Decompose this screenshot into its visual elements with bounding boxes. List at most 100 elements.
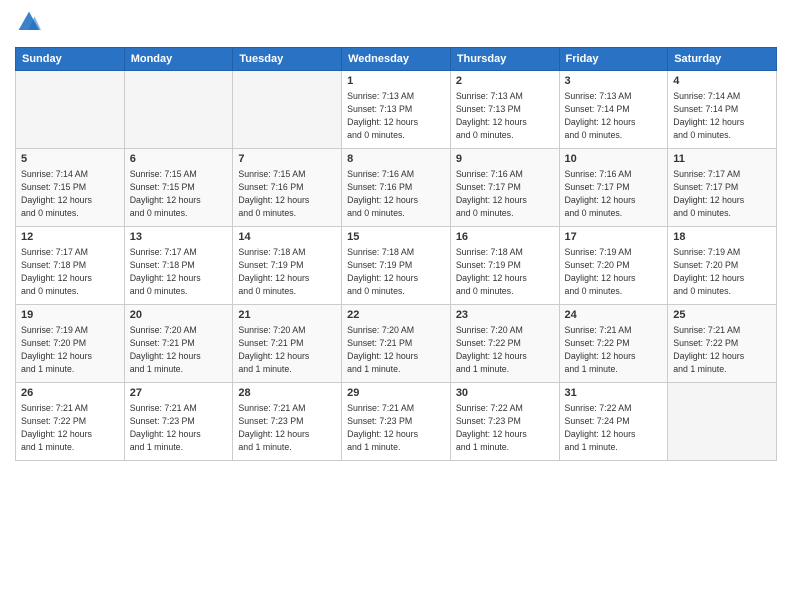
day-info: Sunrise: 7:16 AMSunset: 7:17 PMDaylight:…	[565, 168, 663, 219]
day-info: Sunrise: 7:21 AMSunset: 7:22 PMDaylight:…	[565, 324, 663, 375]
calendar-cell: 14Sunrise: 7:18 AMSunset: 7:19 PMDayligh…	[233, 227, 342, 305]
calendar-cell: 17Sunrise: 7:19 AMSunset: 7:20 PMDayligh…	[559, 227, 668, 305]
calendar-cell	[16, 71, 125, 149]
calendar-cell: 22Sunrise: 7:20 AMSunset: 7:21 PMDayligh…	[342, 305, 451, 383]
day-info: Sunrise: 7:13 AMSunset: 7:13 PMDaylight:…	[347, 90, 445, 141]
calendar-cell: 25Sunrise: 7:21 AMSunset: 7:22 PMDayligh…	[668, 305, 777, 383]
calendar-cell: 24Sunrise: 7:21 AMSunset: 7:22 PMDayligh…	[559, 305, 668, 383]
day-info: Sunrise: 7:20 AMSunset: 7:21 PMDaylight:…	[130, 324, 228, 375]
calendar-cell	[233, 71, 342, 149]
day-info: Sunrise: 7:20 AMSunset: 7:21 PMDaylight:…	[347, 324, 445, 375]
calendar-cell: 16Sunrise: 7:18 AMSunset: 7:19 PMDayligh…	[450, 227, 559, 305]
day-info: Sunrise: 7:15 AMSunset: 7:15 PMDaylight:…	[130, 168, 228, 219]
calendar-cell: 7Sunrise: 7:15 AMSunset: 7:16 PMDaylight…	[233, 149, 342, 227]
calendar-cell: 13Sunrise: 7:17 AMSunset: 7:18 PMDayligh…	[124, 227, 233, 305]
day-number: 27	[130, 386, 228, 401]
day-number: 1	[347, 74, 445, 89]
calendar-cell: 20Sunrise: 7:20 AMSunset: 7:21 PMDayligh…	[124, 305, 233, 383]
day-info: Sunrise: 7:17 AMSunset: 7:18 PMDaylight:…	[130, 246, 228, 297]
day-number: 6	[130, 152, 228, 167]
day-number: 28	[238, 386, 336, 401]
calendar-week-row: 12Sunrise: 7:17 AMSunset: 7:18 PMDayligh…	[16, 227, 777, 305]
day-info: Sunrise: 7:15 AMSunset: 7:16 PMDaylight:…	[238, 168, 336, 219]
day-info: Sunrise: 7:21 AMSunset: 7:23 PMDaylight:…	[238, 402, 336, 453]
weekday-header-friday: Friday	[559, 48, 668, 71]
calendar-cell: 23Sunrise: 7:20 AMSunset: 7:22 PMDayligh…	[450, 305, 559, 383]
calendar-week-row: 5Sunrise: 7:14 AMSunset: 7:15 PMDaylight…	[16, 149, 777, 227]
calendar-cell: 9Sunrise: 7:16 AMSunset: 7:17 PMDaylight…	[450, 149, 559, 227]
day-info: Sunrise: 7:21 AMSunset: 7:23 PMDaylight:…	[130, 402, 228, 453]
day-info: Sunrise: 7:16 AMSunset: 7:17 PMDaylight:…	[456, 168, 554, 219]
day-number: 5	[21, 152, 119, 167]
calendar-cell: 6Sunrise: 7:15 AMSunset: 7:15 PMDaylight…	[124, 149, 233, 227]
calendar-week-row: 26Sunrise: 7:21 AMSunset: 7:22 PMDayligh…	[16, 383, 777, 461]
day-number: 2	[456, 74, 554, 89]
calendar-cell: 19Sunrise: 7:19 AMSunset: 7:20 PMDayligh…	[16, 305, 125, 383]
calendar-cell: 5Sunrise: 7:14 AMSunset: 7:15 PMDaylight…	[16, 149, 125, 227]
day-number: 3	[565, 74, 663, 89]
calendar-week-row: 19Sunrise: 7:19 AMSunset: 7:20 PMDayligh…	[16, 305, 777, 383]
calendar-cell: 15Sunrise: 7:18 AMSunset: 7:19 PMDayligh…	[342, 227, 451, 305]
day-number: 22	[347, 308, 445, 323]
day-number: 7	[238, 152, 336, 167]
day-info: Sunrise: 7:17 AMSunset: 7:17 PMDaylight:…	[673, 168, 771, 219]
calendar-cell: 2Sunrise: 7:13 AMSunset: 7:13 PMDaylight…	[450, 71, 559, 149]
calendar-cell: 28Sunrise: 7:21 AMSunset: 7:23 PMDayligh…	[233, 383, 342, 461]
day-number: 8	[347, 152, 445, 167]
day-info: Sunrise: 7:20 AMSunset: 7:22 PMDaylight:…	[456, 324, 554, 375]
day-info: Sunrise: 7:16 AMSunset: 7:16 PMDaylight:…	[347, 168, 445, 219]
calendar-cell: 10Sunrise: 7:16 AMSunset: 7:17 PMDayligh…	[559, 149, 668, 227]
day-info: Sunrise: 7:14 AMSunset: 7:14 PMDaylight:…	[673, 90, 771, 141]
calendar-cell: 11Sunrise: 7:17 AMSunset: 7:17 PMDayligh…	[668, 149, 777, 227]
day-number: 16	[456, 230, 554, 245]
calendar-cell: 8Sunrise: 7:16 AMSunset: 7:16 PMDaylight…	[342, 149, 451, 227]
calendar-cell	[668, 383, 777, 461]
day-number: 24	[565, 308, 663, 323]
day-info: Sunrise: 7:19 AMSunset: 7:20 PMDaylight:…	[565, 246, 663, 297]
day-number: 17	[565, 230, 663, 245]
calendar-table: SundayMondayTuesdayWednesdayThursdayFrid…	[15, 47, 777, 461]
weekday-header-sunday: Sunday	[16, 48, 125, 71]
day-number: 13	[130, 230, 228, 245]
day-info: Sunrise: 7:19 AMSunset: 7:20 PMDaylight:…	[21, 324, 119, 375]
day-info: Sunrise: 7:14 AMSunset: 7:15 PMDaylight:…	[21, 168, 119, 219]
day-info: Sunrise: 7:22 AMSunset: 7:24 PMDaylight:…	[565, 402, 663, 453]
calendar-cell: 1Sunrise: 7:13 AMSunset: 7:13 PMDaylight…	[342, 71, 451, 149]
calendar-cell: 26Sunrise: 7:21 AMSunset: 7:22 PMDayligh…	[16, 383, 125, 461]
day-info: Sunrise: 7:21 AMSunset: 7:23 PMDaylight:…	[347, 402, 445, 453]
page-header	[15, 10, 777, 39]
calendar-cell: 31Sunrise: 7:22 AMSunset: 7:24 PMDayligh…	[559, 383, 668, 461]
day-number: 30	[456, 386, 554, 401]
calendar-cell: 18Sunrise: 7:19 AMSunset: 7:20 PMDayligh…	[668, 227, 777, 305]
calendar-week-row: 1Sunrise: 7:13 AMSunset: 7:13 PMDaylight…	[16, 71, 777, 149]
weekday-header-row: SundayMondayTuesdayWednesdayThursdayFrid…	[16, 48, 777, 71]
day-number: 18	[673, 230, 771, 245]
weekday-header-tuesday: Tuesday	[233, 48, 342, 71]
day-info: Sunrise: 7:17 AMSunset: 7:18 PMDaylight:…	[21, 246, 119, 297]
weekday-header-monday: Monday	[124, 48, 233, 71]
day-info: Sunrise: 7:19 AMSunset: 7:20 PMDaylight:…	[673, 246, 771, 297]
day-number: 23	[456, 308, 554, 323]
calendar-cell: 4Sunrise: 7:14 AMSunset: 7:14 PMDaylight…	[668, 71, 777, 149]
weekday-header-wednesday: Wednesday	[342, 48, 451, 71]
day-number: 9	[456, 152, 554, 167]
day-number: 15	[347, 230, 445, 245]
day-info: Sunrise: 7:13 AMSunset: 7:14 PMDaylight:…	[565, 90, 663, 141]
calendar-cell: 29Sunrise: 7:21 AMSunset: 7:23 PMDayligh…	[342, 383, 451, 461]
day-number: 29	[347, 386, 445, 401]
calendar-cell: 3Sunrise: 7:13 AMSunset: 7:14 PMDaylight…	[559, 71, 668, 149]
day-info: Sunrise: 7:21 AMSunset: 7:22 PMDaylight:…	[673, 324, 771, 375]
logo	[15, 10, 41, 39]
day-number: 25	[673, 308, 771, 323]
day-number: 12	[21, 230, 119, 245]
day-number: 11	[673, 152, 771, 167]
day-info: Sunrise: 7:18 AMSunset: 7:19 PMDaylight:…	[347, 246, 445, 297]
day-number: 20	[130, 308, 228, 323]
day-info: Sunrise: 7:21 AMSunset: 7:22 PMDaylight:…	[21, 402, 119, 453]
day-number: 19	[21, 308, 119, 323]
weekday-header-thursday: Thursday	[450, 48, 559, 71]
day-info: Sunrise: 7:18 AMSunset: 7:19 PMDaylight:…	[238, 246, 336, 297]
calendar-cell: 30Sunrise: 7:22 AMSunset: 7:23 PMDayligh…	[450, 383, 559, 461]
day-info: Sunrise: 7:13 AMSunset: 7:13 PMDaylight:…	[456, 90, 554, 141]
day-number: 21	[238, 308, 336, 323]
